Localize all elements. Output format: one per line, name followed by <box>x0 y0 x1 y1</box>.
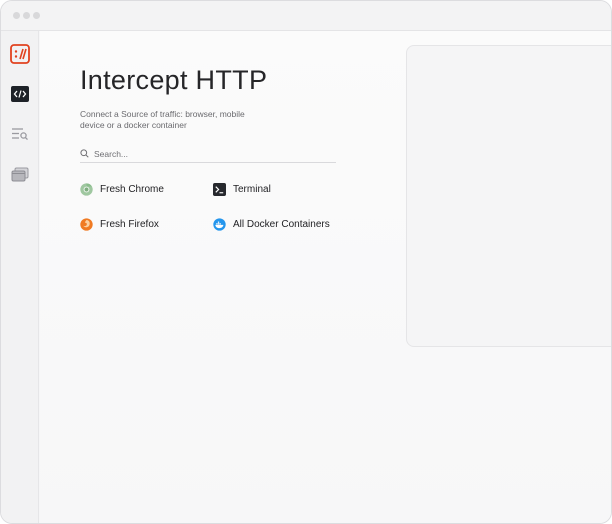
sidebar-item-logo[interactable] <box>9 43 31 65</box>
source-label: All Docker Containers <box>233 219 330 230</box>
page-subtitle: Connect a Source of traffic: browser, mo… <box>80 109 245 130</box>
sidebar-item-view[interactable] <box>9 123 31 145</box>
source-fresh-firefox[interactable]: Fresh Firefox <box>80 218 159 231</box>
search-input[interactable] <box>94 148 324 159</box>
chrome-icon <box>80 183 93 196</box>
page-title: Intercept HTTP <box>80 65 268 95</box>
sidebar-item-mock[interactable] <box>9 164 31 186</box>
docker-icon <box>213 218 226 231</box>
source-details-panel <box>406 45 611 347</box>
minimize-dot[interactable] <box>23 12 30 19</box>
source-fresh-chrome[interactable]: Fresh Chrome <box>80 183 164 196</box>
code-brackets-icon <box>11 86 29 102</box>
maximize-dot[interactable] <box>33 12 40 19</box>
terminal-icon <box>213 183 226 196</box>
app-window: Intercept HTTP Connect a Source of traff… <box>0 0 612 524</box>
title-bar <box>1 1 611 31</box>
close-dot[interactable] <box>13 12 20 19</box>
httptoolkit-logo-icon <box>10 44 30 64</box>
intercept-page: Intercept HTTP Connect a Source of traff… <box>40 31 611 523</box>
source-all-docker-containers[interactable]: All Docker Containers <box>213 218 330 231</box>
search-icon <box>80 149 90 159</box>
source-label: Terminal <box>233 184 271 195</box>
sidebar-item-intercept[interactable] <box>9 83 31 105</box>
source-label: Fresh Firefox <box>100 219 159 230</box>
search-bar <box>80 145 336 163</box>
list-search-icon <box>12 128 28 141</box>
source-label: Fresh Chrome <box>100 184 164 195</box>
firefox-icon <box>80 218 93 231</box>
stacked-windows-icon <box>11 167 29 182</box>
sidebar <box>1 31 39 523</box>
source-terminal[interactable]: Terminal <box>213 183 271 196</box>
